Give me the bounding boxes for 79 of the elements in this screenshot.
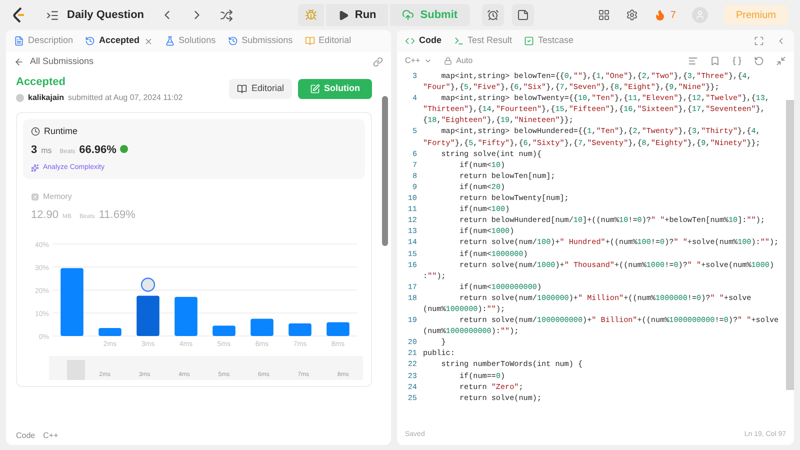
code-label: Code: [16, 430, 36, 442]
lock-icon: [444, 57, 452, 65]
editor-tab[interactable]: Test Result: [454, 34, 512, 48]
tab-icon: [85, 36, 96, 46]
edit-icon: [310, 84, 320, 94]
memory-value: 12.90: [31, 208, 59, 223]
submitted-time: submitted at Aug 07, 2024 11:02: [68, 92, 183, 104]
maximize-icon[interactable]: [754, 36, 764, 46]
memory-beats: 11.69%: [98, 208, 136, 223]
editor-tab[interactable]: Testcase: [524, 34, 574, 48]
status-text: Accepted: [16, 75, 67, 90]
premium-button[interactable]: Premium: [724, 5, 788, 25]
bar: [136, 295, 160, 336]
editorial-button[interactable]: Editorial: [229, 78, 292, 99]
user-icon: [694, 10, 705, 20]
cloud-upload-icon: [402, 9, 414, 21]
code-language: C++: [43, 430, 58, 442]
timer-button[interactable]: [482, 4, 504, 26]
notes-button[interactable]: [512, 4, 534, 26]
tab-icon: [405, 36, 415, 46]
note-icon: [516, 9, 529, 21]
panel-tab[interactable]: Solutions: [164, 34, 216, 48]
tab-icon: [524, 36, 534, 46]
panel-tab[interactable]: Editorial: [304, 34, 352, 48]
memory-icon: [31, 193, 39, 201]
braces-icon[interactable]: [732, 56, 742, 66]
reset-icon[interactable]: [754, 56, 764, 66]
logo-icon[interactable]: [12, 7, 26, 23]
alarm-clock-icon: [486, 9, 499, 21]
problem-list-icon[interactable]: [46, 8, 59, 22]
bar: [212, 325, 236, 336]
minimize-icon[interactable]: [776, 56, 786, 66]
runtime-title: Runtime: [44, 124, 78, 138]
chevron-down-icon: [424, 57, 432, 65]
tab-icon: [304, 36, 315, 46]
book-icon: [237, 84, 248, 94]
flame-icon: [654, 9, 666, 21]
memory-title: Memory: [43, 191, 72, 203]
back-link[interactable]: All Submissions: [30, 55, 94, 69]
editor-tab[interactable]: Code: [405, 34, 442, 48]
language-selector[interactable]: C++: [405, 55, 432, 67]
clock-icon: [31, 126, 40, 136]
tab-icon: [164, 36, 175, 46]
bar: [326, 322, 350, 336]
runtime-beats: 66.96%: [79, 143, 116, 158]
panel-tab[interactable]: Description: [14, 34, 74, 48]
layout-icon[interactable]: [598, 9, 610, 21]
run-button[interactable]: Run: [326, 4, 388, 26]
submitted-by[interactable]: kalikajain: [28, 92, 64, 104]
format-icon[interactable]: [688, 56, 698, 66]
navigator-bar: [67, 360, 85, 380]
panel-tab[interactable]: Submissions: [228, 34, 293, 48]
debug-button[interactable]: [298, 4, 324, 26]
solution-button[interactable]: Solution: [298, 78, 372, 99]
tab-icon: [454, 36, 464, 46]
sparkle-icon: [31, 164, 39, 172]
bug-icon: [304, 9, 317, 21]
bar: [98, 327, 122, 336]
bar: [250, 318, 274, 336]
mode-label[interactable]: Auto: [456, 55, 473, 67]
back-icon[interactable]: [14, 57, 24, 67]
play-icon: [338, 10, 349, 20]
streak-counter[interactable]: 7: [654, 8, 676, 22]
problem-list-title[interactable]: Daily Question: [67, 6, 144, 24]
runtime-unit: ms: [41, 145, 52, 157]
tab-icon: [14, 36, 24, 46]
shuffle-icon[interactable]: [220, 8, 234, 22]
bookmark-icon[interactable]: [710, 56, 720, 66]
bar: [60, 268, 84, 336]
submit-button[interactable]: Submit: [390, 4, 470, 26]
runtime-value: 3: [31, 143, 38, 158]
link-icon[interactable]: [373, 57, 383, 67]
panel-tab[interactable]: Accepted: [85, 34, 140, 48]
bar: [174, 296, 198, 336]
settings-icon[interactable]: [626, 9, 638, 21]
user-avatar-icon: [16, 94, 24, 102]
bar: [288, 322, 312, 336]
tab-icon: [228, 36, 238, 46]
close-icon[interactable]: [144, 36, 153, 46]
